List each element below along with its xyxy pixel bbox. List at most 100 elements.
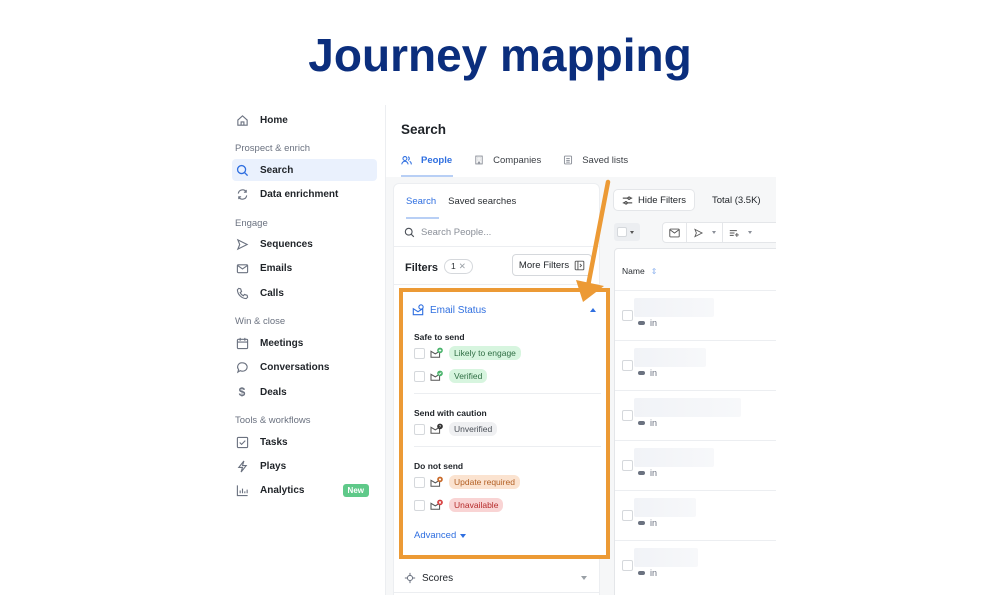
linkedin-link[interactable]: in [650, 418, 657, 428]
sidebar-section-label: Engage [235, 218, 268, 229]
clear-filters-icon[interactable]: ✕ [459, 261, 466, 271]
search-people-input[interactable]: Search People... [404, 227, 491, 238]
table-row[interactable]: in [615, 540, 776, 590]
checkbox[interactable] [414, 423, 425, 435]
sidebar-item-deals[interactable]: $ Deals [232, 381, 377, 403]
status-pill: Unverified [449, 422, 498, 436]
option-update-required[interactable]: Update required [414, 475, 520, 489]
checkbox[interactable] [414, 476, 425, 488]
filter-sub-tabs: Search Saved searches [406, 196, 528, 207]
table-row[interactable]: in [615, 490, 776, 540]
more-filters-button[interactable]: More Filters [512, 254, 592, 276]
tab-label: Saved lists [582, 154, 629, 166]
option-unavailable[interactable]: Unavailable [414, 498, 504, 512]
sort-icon[interactable]: ⇕ [651, 267, 658, 276]
option-verified[interactable]: Verified [414, 369, 488, 383]
sub-tab-saved-searches[interactable]: Saved searches [448, 196, 516, 207]
main-content: Search People Companies Saved lists Sear… [386, 105, 776, 595]
column-header-name[interactable]: Name ⇕ [622, 266, 657, 276]
checkbox[interactable] [414, 347, 425, 359]
sequence-action-button[interactable] [687, 223, 723, 242]
table-row[interactable]: in [615, 290, 776, 340]
sidebar-item-label: Analytics [260, 484, 305, 496]
sidebar-item-tasks[interactable]: Tasks [232, 431, 377, 453]
status-pill: Likely to engage [449, 346, 521, 360]
option-unverified[interactable]: ? Unverified [414, 422, 498, 436]
sidebar-item-label: Emails [260, 262, 293, 274]
divider [394, 592, 599, 593]
table-row[interactable]: in [615, 340, 776, 390]
status-pill: Update required [449, 475, 520, 489]
filter-count-chip[interactable]: 1 ✕ [444, 259, 473, 274]
checkbox[interactable] [622, 410, 633, 421]
filters-label: Filters [405, 262, 439, 274]
tab-companies[interactable]: Companies [474, 153, 541, 167]
checkbox[interactable] [622, 510, 633, 521]
hide-filters-button[interactable]: Hide Filters [613, 189, 695, 211]
sidebar-item-calls[interactable]: Calls [232, 282, 377, 304]
mail-plus-icon [430, 347, 444, 359]
group-label: Safe to send [414, 332, 465, 342]
dollar-icon: $ [238, 385, 246, 399]
sidebar-item-label: Search [260, 164, 294, 176]
table-row[interactable]: in [615, 390, 776, 440]
select-all-dropdown[interactable] [614, 223, 640, 241]
option-likely-to-engage[interactable]: Likely to engage [414, 346, 521, 360]
checkbox[interactable] [622, 560, 633, 571]
sliders-icon [622, 195, 633, 206]
results-table: Name ⇕ in in in in in in [614, 248, 776, 595]
table-row[interactable]: in [615, 440, 776, 490]
scores-filter[interactable]: Scores [404, 572, 453, 584]
chevron-down-icon [748, 231, 752, 234]
redacted-name [634, 348, 706, 367]
sidebar-item-label: Calls [260, 287, 284, 299]
advanced-toggle[interactable]: Advanced [414, 530, 467, 541]
divider [414, 393, 601, 394]
chevron-down-icon [460, 533, 467, 538]
divider [414, 446, 601, 447]
sub-tab-search[interactable]: Search [406, 196, 436, 207]
email-status-header[interactable]: Email Status [412, 304, 486, 316]
sidebar-item-emails[interactable]: Emails [232, 257, 377, 279]
checkbox-icon [235, 435, 249, 449]
checkbox[interactable] [622, 460, 633, 471]
chevron-down-icon[interactable] [581, 576, 587, 580]
sidebar-item-sequences[interactable]: Sequences [232, 233, 377, 255]
checkbox[interactable] [622, 360, 633, 371]
tab-people[interactable]: People [401, 153, 452, 167]
checkbox[interactable] [622, 310, 633, 321]
sidebar-item-conversations[interactable]: Conversations [232, 356, 377, 378]
linkedin-link[interactable]: in [650, 368, 657, 378]
tab-label: People [421, 154, 453, 166]
status-pill: Verified [449, 369, 488, 383]
mail-x-icon [430, 499, 444, 511]
sidebar-section-label: Prospect & enrich [235, 143, 310, 154]
app-window: Home Prospect & enrich Search Data enric… [225, 105, 776, 595]
sidebar-item-plays[interactable]: Plays [232, 455, 377, 477]
redacted-name [634, 448, 714, 467]
linkedin-link[interactable]: in [650, 468, 657, 478]
sidebar-item-search[interactable]: Search [232, 159, 377, 181]
hide-filters-label: Hide Filters [637, 194, 687, 206]
checkbox[interactable] [617, 227, 627, 237]
checkbox[interactable] [414, 370, 425, 382]
email-action-button[interactable] [663, 223, 687, 242]
tab-saved-lists[interactable]: Saved lists [563, 153, 628, 167]
collapse-caret-icon[interactable] [590, 308, 596, 312]
building-icon [474, 155, 484, 165]
sidebar-item-meetings[interactable]: Meetings [232, 332, 377, 354]
new-badge: New [342, 483, 369, 497]
checkbox[interactable] [414, 499, 425, 511]
sidebar-item-home[interactable]: Home [232, 109, 377, 131]
add-to-list-button[interactable] [723, 223, 758, 242]
linkedin-link[interactable]: in [650, 318, 657, 328]
linkedin-link[interactable]: in [650, 518, 657, 528]
mail-icon [669, 228, 680, 237]
calendar-icon [235, 336, 249, 350]
sidebar-item-analytics[interactable]: Analytics New [232, 479, 377, 501]
sidebar-item-data-enrichment[interactable]: Data enrichment [232, 183, 377, 205]
tag-icon [638, 571, 645, 575]
linkedin-link[interactable]: in [650, 568, 657, 578]
scores-icon [404, 572, 416, 584]
mail-warning-icon [430, 476, 444, 488]
